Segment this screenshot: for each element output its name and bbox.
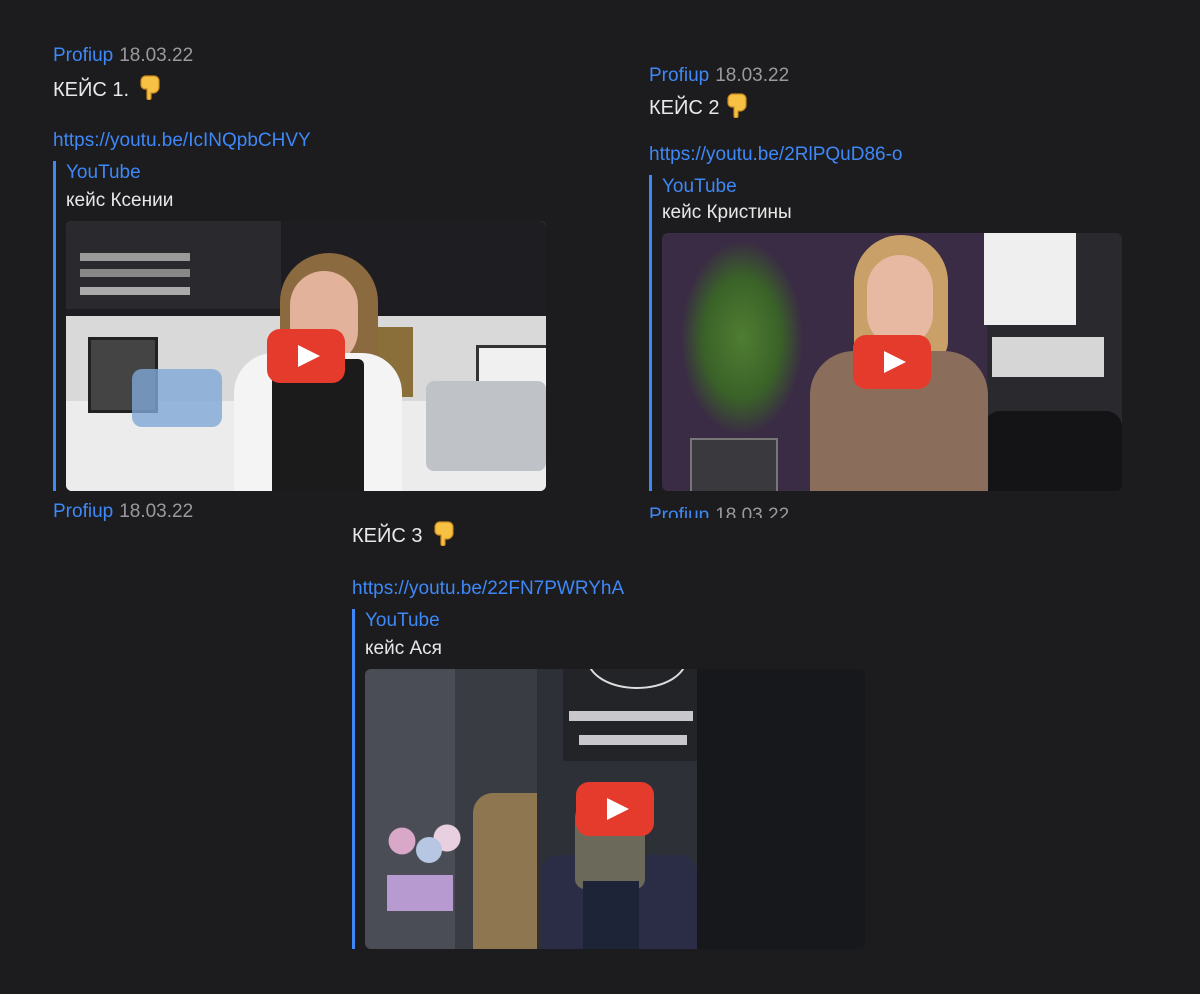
preview-video-title: кейс Ася <box>365 638 442 659</box>
preview-video-title: кейс Ксении <box>66 190 174 211</box>
message-text: КЕЙС 2 <box>649 92 1122 125</box>
preview-video-title: кейс Кристины <box>662 202 792 223</box>
preview-site-name[interactable]: YouTube <box>66 161 546 185</box>
message-text: КЕЙС 1. <box>53 74 546 107</box>
message-1: Profiup 18.03.22 КЕЙС 1. https://youtu.be… <box>53 44 546 491</box>
video-link[interactable]: https://youtu.be/IcINQpbCHVY <box>53 129 546 153</box>
sender-name[interactable]: Profiup <box>649 65 709 86</box>
link-preview[interactable]: YouTube кейс Кристины <box>649 175 1122 491</box>
message-text-body: КЕЙС 2 <box>649 96 720 119</box>
video-link[interactable]: https://youtu.be/2RlPQuD86-o <box>649 143 1122 167</box>
video-thumbnail[interactable] <box>365 669 865 949</box>
video-link[interactable]: https://youtu.be/22FN7PWRYhA <box>352 577 865 601</box>
sender-name[interactable]: Profiup <box>53 501 113 522</box>
message-2: Profiup 18.03.22 КЕЙС 2 https://youtu.be/… <box>649 64 1122 491</box>
message-header: Profiup 18.03.22 <box>649 64 1122 88</box>
youtube-play-icon[interactable] <box>267 329 345 383</box>
video-thumbnail[interactable] <box>66 221 546 491</box>
sender-name[interactable]: Profiup <box>649 505 709 518</box>
message-date: 18.03.22 <box>715 505 790 518</box>
message-date: 18.03.22 <box>715 65 790 86</box>
message-3: КЕЙС 3 https://youtu.be/22FN7PWRYhA YouT… <box>352 520 865 949</box>
pointing-down-icon <box>726 92 748 125</box>
message-header-left: Profiup 18.03.22 <box>53 500 193 524</box>
link-preview[interactable]: YouTube кейс Ася <box>352 609 865 949</box>
pointing-down-icon <box>433 520 455 553</box>
sender-name[interactable]: Profiup <box>53 45 113 66</box>
link-preview[interactable]: YouTube кейс Ксении <box>53 161 546 491</box>
message-text-body: КЕЙС 1. <box>53 78 130 101</box>
message-text: КЕЙС 3 <box>352 520 865 553</box>
message-header: Profiup 18.03.22 <box>53 44 546 68</box>
message-text-body: КЕЙС 3 <box>352 524 423 547</box>
message-date: 18.03.22 <box>119 45 194 66</box>
message-date: 18.03.22 <box>119 501 194 522</box>
youtube-play-icon[interactable] <box>853 335 931 389</box>
youtube-play-icon[interactable] <box>576 782 654 836</box>
preview-site-name[interactable]: YouTube <box>365 609 865 633</box>
message-header-right: Profiup 18.03.22 <box>649 504 789 518</box>
video-thumbnail[interactable] <box>662 233 1122 491</box>
preview-site-name[interactable]: YouTube <box>662 175 1122 199</box>
pointing-down-icon <box>139 74 161 107</box>
